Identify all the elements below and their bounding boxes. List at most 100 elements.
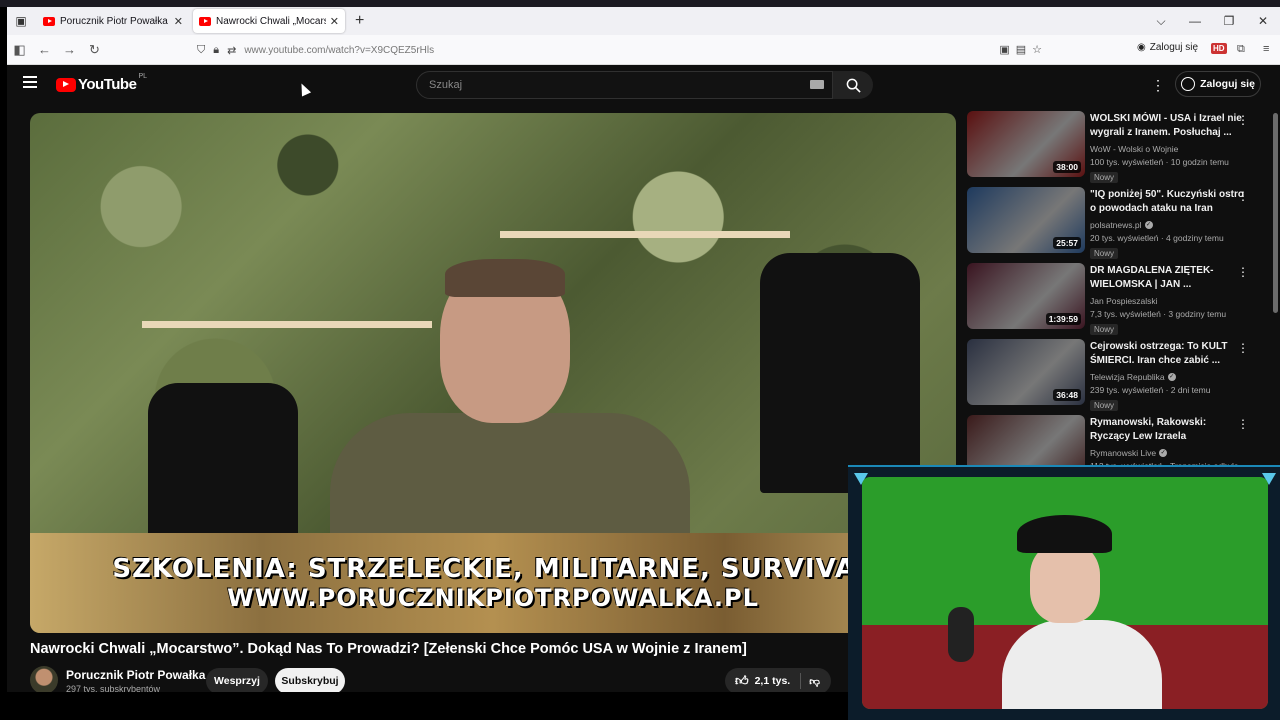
- mouse-cursor-icon: [296, 81, 312, 97]
- more-actions-icon[interactable]: ⋮: [1237, 113, 1249, 127]
- subscribe-button[interactable]: Subskrybuj: [275, 668, 345, 692]
- back-icon[interactable]: ←: [32, 42, 57, 57]
- browser-account-button[interactable]: ◉ Zaloguj się: [1137, 42, 1198, 53]
- recommendation-info: "IQ poniżej 50". Kuczyński ostro o powod…: [1090, 188, 1245, 261]
- recommendation-channel[interactable]: Telewizja Republika: [1090, 372, 1165, 382]
- close-tab-icon[interactable]: ✕: [174, 15, 183, 28]
- more-actions-icon[interactable]: ⋮: [1237, 417, 1249, 431]
- recommendation-title[interactable]: DR MAGDALENA ZIĘTEK-WIELOMSKA | JAN ...: [1090, 264, 1245, 292]
- support-button[interactable]: Wesprzyj: [206, 668, 268, 692]
- browser-login-label: Zaloguj się: [1149, 42, 1199, 53]
- account-icon: ◉: [1137, 42, 1146, 53]
- recommendation-info: WOLSKI MÓWI - USA i Izrael nie wygrali z…: [1090, 112, 1245, 185]
- recommendation-title[interactable]: "IQ poniżej 50". Kuczyński ostro o powod…: [1090, 188, 1245, 216]
- tshirt-left: [148, 383, 298, 553]
- shield-icon[interactable]: ⛉: [197, 44, 205, 57]
- picture-in-picture-icon[interactable]: ▣: [999, 43, 1009, 56]
- hamburger-menu-icon[interactable]: [23, 76, 37, 88]
- video-duration: 1:39:59: [1045, 313, 1081, 325]
- youtube-logo[interactable]: YouTube PL: [56, 73, 147, 93]
- youtube-header: YouTube PL ⋮ Zaloguj się: [7, 65, 1280, 105]
- tab-video[interactable]: Nawrocki Chwali „Mocarstwo” ✕: [193, 9, 345, 33]
- video-banner: SZKOLENIA: STRZELECKIE, MILITARNE, SURVI…: [30, 533, 956, 633]
- recommendation-item[interactable]: 36:48 Cejrowski ostrzega: To KULT ŚMIERC…: [965, 339, 1265, 415]
- webcam-frame: [862, 477, 1268, 709]
- subscriber-count: 297 tys. subskrybentów: [66, 684, 161, 692]
- new-badge: Nowy: [1090, 248, 1119, 259]
- close-tab-icon[interactable]: ✕: [330, 15, 339, 28]
- search-button[interactable]: [833, 71, 873, 99]
- recommendation-title[interactable]: Rymanowski, Rakowski: Ryczący Lew Izrael…: [1090, 416, 1245, 444]
- streamer: [1002, 515, 1162, 709]
- verified-check-icon: ✓: [1144, 221, 1153, 229]
- more-options-icon[interactable]: ⋮: [1151, 77, 1165, 93]
- recommendation-channel-row: WoW - Wolski o Wojnie: [1090, 144, 1245, 154]
- tshirt-right: [760, 253, 920, 493]
- page-scrollbar[interactable]: [1273, 113, 1278, 313]
- search-input[interactable]: [417, 72, 787, 98]
- tab-overflow-chevron-icon[interactable]: ⌵: [1144, 14, 1178, 29]
- recommendation-title[interactable]: Cejrowski ostrzega: To KULT ŚMIERCI. Ira…: [1090, 340, 1245, 368]
- reader-view-icon[interactable]: ▤: [1016, 43, 1026, 56]
- more-actions-icon[interactable]: ⋮: [1237, 189, 1249, 203]
- maximize-icon[interactable]: ❐: [1212, 14, 1246, 28]
- close-window-icon[interactable]: ✕: [1246, 14, 1280, 28]
- window-controls: ⌵ — ❐ ✕: [1144, 7, 1280, 35]
- address-bar[interactable]: ⛉ 🔒︎ ⇄ www.youtube.com/watch?v=X9CQEZ5rH…: [197, 39, 1057, 61]
- recommendation-item[interactable]: 38:00 WOLSKI MÓWI - USA i Izrael nie wyg…: [965, 111, 1265, 187]
- country-code: PL: [138, 73, 147, 80]
- more-actions-icon[interactable]: ⋮: [1237, 341, 1249, 355]
- extension-icon[interactable]: HD: [1211, 43, 1227, 54]
- recommendation-item[interactable]: 1:39:59 DR MAGDALENA ZIĘTEK-WIELOMSKA | …: [965, 263, 1265, 339]
- video-thumbnail[interactable]: 36:48: [967, 339, 1085, 405]
- url-text: www.youtube.com/watch?v=X9CQEZ5rHls: [244, 44, 435, 56]
- menu-icon[interactable]: ≡: [1263, 43, 1269, 55]
- sidebar-toggle-icon[interactable]: ◧: [7, 42, 32, 58]
- bookmark-star-icon[interactable]: ☆: [1032, 43, 1042, 56]
- forward-icon[interactable]: →: [57, 42, 82, 57]
- recommendation-meta: 7,3 tys. wyświetleń · 3 godziny temu: [1090, 309, 1227, 319]
- recommendation-info: Rymanowski, Rakowski: Ryczący Lew Izrael…: [1090, 416, 1245, 471]
- video-thumbnail[interactable]: 38:00: [967, 111, 1085, 177]
- recommendation-channel[interactable]: Rymanowski Live: [1090, 448, 1156, 458]
- minimize-icon[interactable]: —: [1178, 14, 1212, 28]
- youtube-favicon-icon: [199, 16, 211, 26]
- permissions-icon[interactable]: ⇄: [227, 44, 236, 57]
- new-badge: Nowy: [1090, 400, 1119, 411]
- video-thumbnail[interactable]: 1:39:59: [967, 263, 1085, 329]
- new-badge: Nowy: [1090, 324, 1119, 335]
- recommendation-channel[interactable]: polsatnews.pl: [1090, 220, 1142, 230]
- recommendation-channel-row: polsatnews.pl ✓: [1090, 220, 1245, 230]
- channel-avatar[interactable]: [30, 666, 58, 692]
- video-player[interactable]: SZKOLENIA: STRZELECKIE, MILITARNE, SURVI…: [30, 113, 956, 633]
- tab-channel[interactable]: Porucznik Piotr Powałka - YouT ✕: [37, 9, 189, 33]
- video-duration: 38:00: [1053, 161, 1081, 173]
- recommendation-channel[interactable]: Jan Pospieszalski: [1090, 296, 1158, 306]
- reload-icon[interactable]: ↻: [82, 42, 107, 58]
- search-box: [416, 71, 833, 99]
- video-thumbnail[interactable]: 25:57: [967, 187, 1085, 253]
- tab-list-icon[interactable]: ▣: [9, 9, 33, 33]
- like-divider: [800, 673, 802, 689]
- recommendation-title[interactable]: WOLSKI MÓWI - USA i Izrael nie wygrali z…: [1090, 112, 1245, 140]
- keyboard-icon[interactable]: [810, 80, 824, 89]
- more-actions-icon[interactable]: ⋮: [1237, 265, 1249, 279]
- search-icon: [846, 78, 861, 93]
- like-icon[interactable]: 👍︎: [735, 673, 749, 689]
- video-duration: 25:57: [1053, 237, 1081, 249]
- banner-line-2: WWW.PORUCZNIKPIOTRPOWALKA.PL: [227, 584, 759, 612]
- recommendation-item[interactable]: 25:57 "IQ poniżej 50". Kuczyński ostro o…: [965, 187, 1265, 263]
- like-count[interactable]: 2,1 tys.: [755, 675, 791, 687]
- recommendations-list: 38:00 WOLSKI MÓWI - USA i Izrael nie wyg…: [965, 111, 1265, 491]
- dislike-icon[interactable]: 👎︎: [809, 675, 820, 688]
- channel-name[interactable]: Porucznik Piotr Powałka: [66, 668, 205, 682]
- lock-icon[interactable]: 🔒︎: [213, 44, 219, 57]
- recommendation-channel[interactable]: WoW - Wolski o Wojnie: [1090, 144, 1178, 154]
- recommendation-info: Cejrowski ostrzega: To KULT ŚMIERCI. Ira…: [1090, 340, 1245, 413]
- signin-button[interactable]: Zaloguj się: [1175, 71, 1261, 97]
- new-tab-icon[interactable]: +: [355, 12, 364, 30]
- recommendation-channel-row: Jan Pospieszalski: [1090, 296, 1245, 306]
- extensions-puzzle-icon[interactable]: ⧉: [1237, 43, 1245, 56]
- tab-label: Nawrocki Chwali „Mocarstwo”: [216, 15, 326, 27]
- recommendation-meta: 239 tys. wyświetleń · 2 dni temu: [1090, 385, 1211, 395]
